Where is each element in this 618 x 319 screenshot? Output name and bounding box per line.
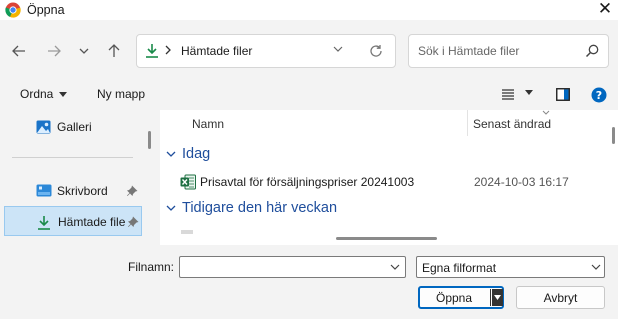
sidebar-item-gallery[interactable]: Galleri <box>4 112 142 142</box>
sidebar-item-label: Hämtade file <box>58 215 126 229</box>
file-name: Prisavtal för försäljningspriser 2024100… <box>200 175 415 189</box>
svg-text:?: ? <box>596 89 602 102</box>
help-icon[interactable]: ? <box>591 87 607 103</box>
column-divider[interactable] <box>467 110 468 136</box>
search-box[interactable]: Sök i Hämtade filer <box>408 34 609 68</box>
group-header-today[interactable]: Idag <box>166 146 210 162</box>
sidebar-item-desktop[interactable]: Skrivbord <box>4 176 142 206</box>
window-title: Öppna <box>27 3 65 17</box>
arrow-up-icon <box>108 44 120 57</box>
navigation-pane: Galleri Skrivbord Hämtade file <box>0 110 155 245</box>
navigation-bar: Hämtade filer Sök i Hämtade filer <box>0 20 618 82</box>
excel-icon <box>180 174 196 190</box>
refresh-icon[interactable] <box>369 44 383 58</box>
horizontal-scrollbar[interactable] <box>336 237 437 240</box>
chevron-down-icon <box>591 264 601 270</box>
address-bar[interactable]: Hämtade filer <box>136 34 396 68</box>
group-header-earlier-this-week[interactable]: Tidigare den här veckan <box>166 200 337 216</box>
pin-icon[interactable] <box>127 185 138 197</box>
chevron-down-icon <box>166 151 176 157</box>
gallery-icon <box>36 120 51 134</box>
organize-label: Ordna <box>20 87 54 101</box>
back-button[interactable] <box>7 40 31 62</box>
vertical-scrollbar[interactable] <box>612 127 615 144</box>
list-view-icon[interactable] <box>501 87 515 101</box>
chevron-right-icon <box>165 45 171 55</box>
file-row[interactable]: Prisavtal för försäljningspriser 2024100… <box>160 171 605 193</box>
dropdown-caret-icon <box>59 91 68 97</box>
sidebar-item-label: Galleri <box>57 120 92 134</box>
search-icon <box>585 44 599 58</box>
address-path: Hämtade filer <box>181 44 253 58</box>
split-divider <box>490 289 491 306</box>
view-options-caret-icon[interactable] <box>525 90 533 95</box>
chevron-down-icon <box>79 48 89 54</box>
new-folder-button[interactable]: Ny mapp <box>97 87 145 101</box>
pin-icon[interactable] <box>128 216 139 228</box>
filetype-select[interactable]: Egna filformat <box>416 256 605 278</box>
download-icon <box>146 44 158 58</box>
recent-locations-button[interactable] <box>72 40 96 62</box>
group-title: Tidigare den här veckan <box>182 200 338 216</box>
cancel-button[interactable]: Avbryt <box>516 286 605 309</box>
search-placeholder: Sök i Hämtade filer <box>418 44 520 58</box>
sidebar-divider <box>12 157 133 158</box>
filetype-value: Egna filformat <box>422 261 497 275</box>
open-label: Öppna <box>436 291 473 305</box>
column-header-name[interactable]: Namn <box>192 117 224 131</box>
preview-pane-icon[interactable] <box>556 88 570 101</box>
forward-button[interactable] <box>42 40 66 62</box>
sidebar-item-label: Skrivbord <box>57 184 108 198</box>
sidebar-item-downloads[interactable]: Hämtade file <box>4 206 142 236</box>
title-bar: Öppna ✕ <box>0 0 618 20</box>
download-icon <box>38 216 50 230</box>
up-button[interactable] <box>102 40 126 62</box>
open-options-button[interactable] <box>492 289 503 306</box>
column-header-modified[interactable]: Senast ändrad <box>473 117 551 131</box>
desktop-icon <box>36 184 52 197</box>
open-button[interactable]: Öppna <box>418 286 504 309</box>
chevron-down-icon[interactable] <box>390 264 400 270</box>
close-button[interactable]: ✕ <box>592 0 618 20</box>
file-icon <box>181 230 193 234</box>
file-list: Namn Senast ändrad Idag Prisavtal för fö… <box>160 110 618 245</box>
chevron-down-icon <box>166 205 176 211</box>
arrow-left-icon <box>12 45 25 57</box>
cancel-label: Avbryt <box>543 291 578 305</box>
filename-combobox[interactable] <box>179 256 406 278</box>
sidebar-scrollbar[interactable] <box>148 131 151 149</box>
group-title: Idag <box>182 146 211 162</box>
sort-indicator-icon <box>542 110 550 115</box>
organize-button[interactable]: Ordna <box>20 87 68 101</box>
close-icon: ✕ <box>597 0 613 18</box>
filename-field[interactable] <box>184 259 374 275</box>
file-modified: 2024-10-03 16:17 <box>474 175 569 189</box>
command-bar: Ordna Ny mapp ? <box>0 82 618 110</box>
filename-label: Filnamn: <box>128 260 175 274</box>
dropdown-caret-icon <box>494 295 501 300</box>
chrome-icon <box>5 2 21 18</box>
address-dropdown-icon[interactable] <box>333 46 343 52</box>
arrow-right-icon <box>48 45 61 57</box>
